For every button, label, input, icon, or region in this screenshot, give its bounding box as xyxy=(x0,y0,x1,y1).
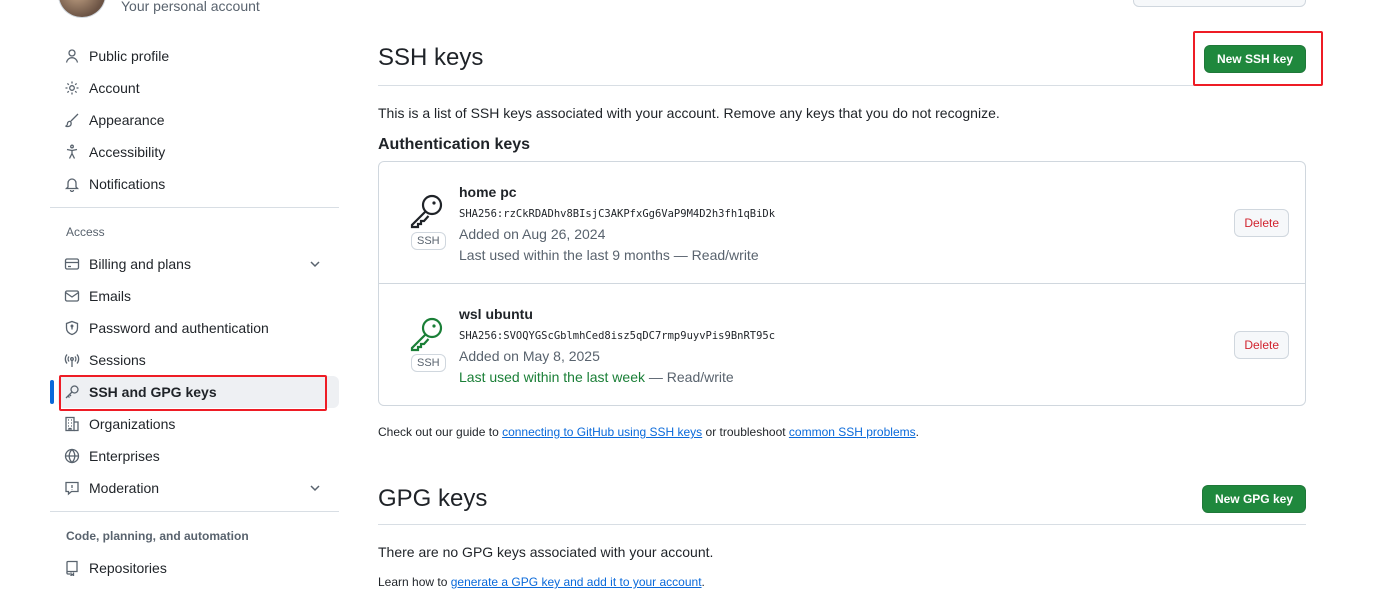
personal-account-label: Your personal account xyxy=(121,0,260,14)
ssh-key-row: SSH wsl ubuntu SHA256:SVOQYGScGblmhCed8i… xyxy=(379,283,1305,404)
ssh-keys-title: SSH keys xyxy=(378,44,484,71)
delete-key-button[interactable]: Delete xyxy=(1234,209,1289,237)
sidebar-item-label: Notifications xyxy=(89,176,166,192)
shield-lock-icon xyxy=(64,320,80,336)
sidebar-item-label: Public profile xyxy=(89,48,170,64)
key-last-used-main: Last used within the last week xyxy=(459,369,645,385)
sidebar-item-password[interactable]: Password and authentication xyxy=(50,312,339,344)
gear-icon xyxy=(64,80,80,96)
key-icon xyxy=(64,384,80,400)
sidebar-item-label: Repositories xyxy=(89,560,167,576)
key-icon xyxy=(409,193,445,229)
sidebar-item-label: Enterprises xyxy=(89,448,160,464)
ssh-description: This is a list of SSH keys associated wi… xyxy=(378,105,1000,121)
sidebar-item-label: Organizations xyxy=(89,416,176,432)
guide-prefix: Check out our guide to xyxy=(378,425,503,439)
sidebar-item-label: Password and authentication xyxy=(89,320,269,336)
credit-card-icon xyxy=(64,256,80,272)
sidebar-item-label: Accessibility xyxy=(89,144,166,160)
key-access-level: — Read/write xyxy=(669,247,759,263)
gpg-empty-text: There are no GPG keys associated with yo… xyxy=(378,544,714,560)
chevron-down-icon[interactable] xyxy=(307,480,323,496)
sidebar-item-label: Appearance xyxy=(89,112,165,128)
key-last-used-main: Last used within the last 9 months xyxy=(459,247,670,263)
sidebar-item-sessions[interactable]: Sessions xyxy=(50,344,339,376)
sidebar-item-account[interactable]: Account xyxy=(50,72,339,104)
generate-gpg-key-link[interactable]: generate a GPG key and add it to your ac… xyxy=(451,575,702,589)
sidebar-item-label: Moderation xyxy=(89,480,160,496)
person-icon xyxy=(64,48,80,64)
sidebar-item-label: Account xyxy=(89,80,140,96)
chevron-down-icon[interactable] xyxy=(307,256,323,272)
ssh-keys-header: SSH keys New SSH key xyxy=(378,42,1306,86)
active-indicator xyxy=(50,380,54,404)
key-added-date: Added on May 8, 2025 xyxy=(459,348,600,364)
gpg-learn-text: Learn how to generate a GPG key and add … xyxy=(378,575,705,589)
ssh-badge: SSH xyxy=(411,354,446,372)
key-last-used: Last used within the last 9 months — Rea… xyxy=(459,247,759,263)
avatar[interactable] xyxy=(58,0,106,18)
sidebar-item-notifications[interactable]: Notifications xyxy=(50,168,339,200)
gpg-keys-title: GPG keys xyxy=(378,485,488,512)
sidebar-item-emails[interactable]: Emails xyxy=(50,280,339,312)
sidebar-section-access: Access xyxy=(66,225,105,239)
sidebar-item-repositories[interactable]: Repositories xyxy=(50,552,339,584)
sidebar-divider xyxy=(50,207,339,208)
learn-suffix: . xyxy=(701,575,705,589)
ssh-badge: SSH xyxy=(411,232,446,250)
go-to-profile-button[interactable] xyxy=(1133,0,1306,7)
sidebar-item-label: SSH and GPG keys xyxy=(89,384,217,400)
sidebar-item-label: Emails xyxy=(89,288,132,304)
organization-icon xyxy=(64,416,80,432)
sidebar-section-code: Code, planning, and automation xyxy=(66,529,249,543)
sidebar-item-label: Billing and plans xyxy=(89,256,191,272)
key-name: home pc xyxy=(459,184,517,200)
key-last-used: Last used within the last week — Read/wr… xyxy=(459,369,734,385)
sidebar-item-moderation[interactable]: Moderation xyxy=(50,472,339,504)
ssh-guide-text: Check out our guide to connecting to Git… xyxy=(378,425,919,439)
key-fingerprint: SHA256:rzCkRDADhv8BIsjC3AKPfxGg6VaP9M4D2… xyxy=(459,208,776,220)
sidebar-item-enterprises[interactable]: Enterprises xyxy=(50,440,339,472)
sidebar-item-organizations[interactable]: Organizations xyxy=(50,408,339,440)
report-icon xyxy=(64,480,80,496)
sidebar-item-label: Sessions xyxy=(89,352,146,368)
key-fingerprint: SHA256:SVOQYGScGblmhCed8isz5qDC7rmp9uyvP… xyxy=(459,330,776,342)
sidebar-item-appearance[interactable]: Appearance xyxy=(50,104,339,136)
key-name: wsl ubuntu xyxy=(459,306,533,322)
bell-icon xyxy=(64,176,80,192)
learn-prefix: Learn how to xyxy=(378,575,451,589)
ssh-key-list: SSH home pc SHA256:rzCkRDADhv8BIsjC3AKPf… xyxy=(378,161,1306,406)
connecting-ssh-link[interactable]: connecting to GitHub using SSH keys xyxy=(502,425,702,439)
guide-suffix: . xyxy=(915,425,919,439)
new-gpg-key-button[interactable]: New GPG key xyxy=(1201,485,1306,513)
sidebar-item-billing[interactable]: Billing and plans xyxy=(50,248,339,280)
delete-key-button[interactable]: Delete xyxy=(1234,331,1289,359)
settings-sidebar: Public profile Account Appearance Access… xyxy=(50,40,339,584)
key-access-level: — Read/write xyxy=(645,369,734,385)
common-ssh-problems-link[interactable]: common SSH problems xyxy=(789,425,916,439)
accessibility-icon xyxy=(64,144,80,160)
new-ssh-key-button[interactable]: New SSH key xyxy=(1203,45,1306,73)
sidebar-item-public-profile[interactable]: Public profile xyxy=(50,40,339,72)
sidebar-item-ssh-gpg-keys[interactable]: SSH and GPG keys xyxy=(50,376,339,408)
broadcast-icon xyxy=(64,352,80,368)
paintbrush-icon xyxy=(64,112,80,128)
globe-icon xyxy=(64,448,80,464)
authentication-keys-title: Authentication keys xyxy=(378,136,531,153)
sidebar-divider xyxy=(50,511,339,512)
gpg-keys-header: GPG keys New GPG key xyxy=(378,482,1306,525)
key-added-date: Added on Aug 26, 2024 xyxy=(459,226,606,242)
key-icon xyxy=(409,316,445,352)
ssh-key-row: SSH home pc SHA256:rzCkRDADhv8BIsjC3AKPf… xyxy=(379,162,1305,283)
repo-icon xyxy=(64,560,80,576)
guide-mid: or troubleshoot xyxy=(702,425,789,439)
mail-icon xyxy=(64,288,80,304)
sidebar-item-accessibility[interactable]: Accessibility xyxy=(50,136,339,168)
